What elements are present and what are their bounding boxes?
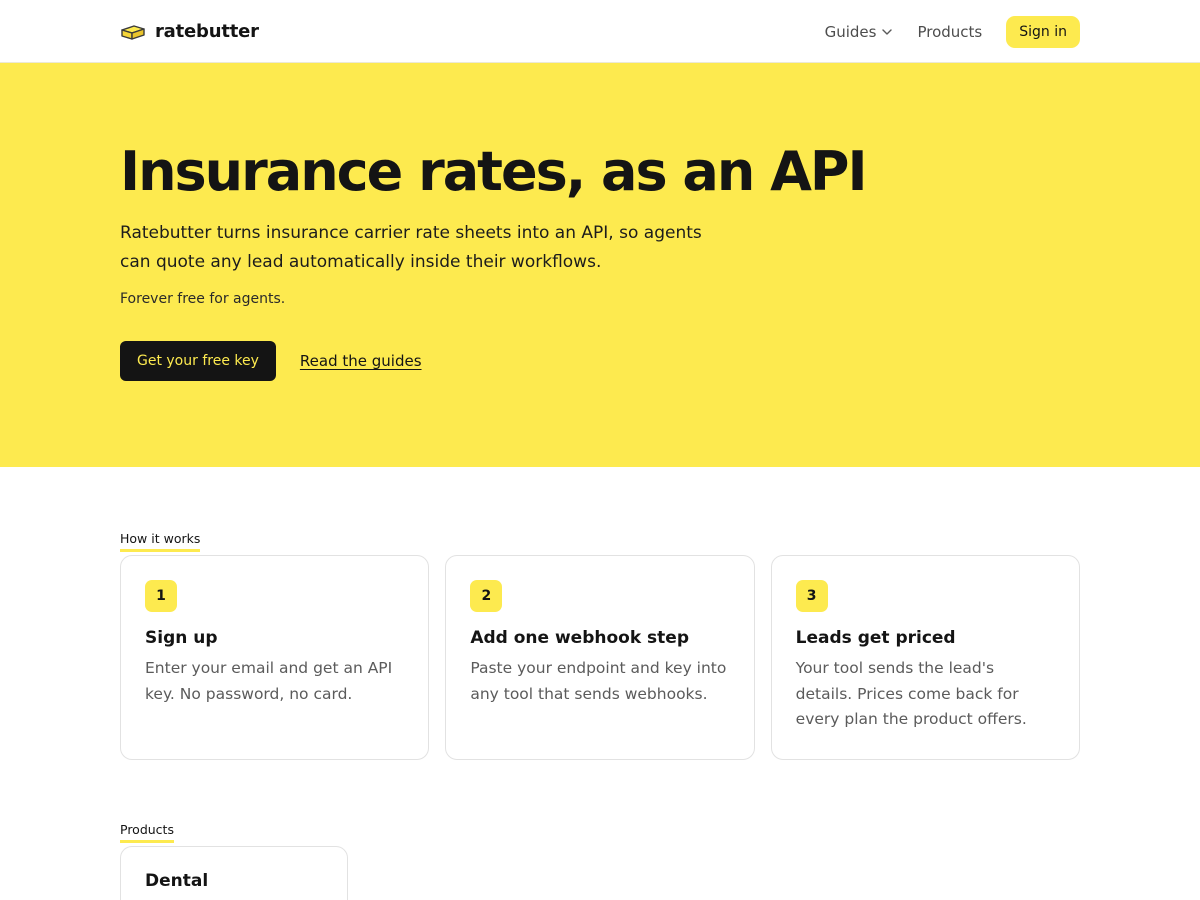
step-title: Leads get priced (795, 628, 956, 648)
steps-list: 1 Sign up Enter your email and get an AP… (120, 555, 1080, 760)
step-title: Sign up (145, 628, 218, 648)
read-guides-link[interactable]: Read the guides (300, 352, 422, 370)
hero-section: Insurance rates, as an API Ratebutter tu… (0, 63, 1200, 467)
nav-guides-dropdown[interactable]: Guides (825, 23, 894, 41)
step-title: Add one webhook step (470, 628, 690, 648)
how-it-works-section: How it works 1 Sign up Enter your email … (120, 467, 1080, 760)
product-name: Dental (145, 871, 209, 891)
top-navigation: ratebutter Guides Products Sign in (0, 0, 1200, 63)
hero-subtitle: Ratebutter turns insurance carrier rate … (120, 223, 702, 272)
step-card-add-webhook: 2 Add one webhook step Paste your endpoi… (445, 555, 755, 760)
step-card-sign-up: 1 Sign up Enter your email and get an AP… (120, 555, 430, 760)
step-description: Paste your endpoint and key into any too… (470, 659, 727, 703)
step-number-badge: 2 (470, 580, 503, 612)
top-navigation-inner: ratebutter Guides Products Sign in (120, 0, 1080, 63)
product-card-dental[interactable]: Dental (120, 846, 348, 900)
step-description: Enter your email and get an API key. No … (145, 659, 393, 703)
nav-guides-label: Guides (824, 22, 877, 41)
hero-actions: Get your free key Read the guides (120, 341, 1080, 381)
nav-menu: Guides Products Sign in (825, 15, 1080, 48)
how-it-works-label: How it works (120, 531, 201, 552)
step-description: Your tool sends the lead's details. Pric… (795, 659, 1027, 728)
products-section: Products Dental (120, 760, 1080, 900)
step-number-badge: 3 (795, 580, 828, 612)
hero-note: Forever free for agents. (120, 291, 286, 307)
step-number-badge: 1 (145, 580, 177, 612)
products-label: Products (120, 822, 174, 843)
sign-in-button[interactable]: Sign in (1006, 15, 1080, 48)
get-free-key-button[interactable]: Get your free key (120, 341, 276, 381)
hero-title: Insurance rates, as an API (120, 140, 868, 203)
brand-home-link[interactable]: ratebutter (120, 21, 259, 42)
butter-block-icon (121, 24, 145, 40)
step-card-leads-priced: 3 Leads get priced Your tool sends the l… (770, 555, 1080, 760)
brand-name: ratebutter (155, 21, 259, 42)
nav-products-link[interactable]: Products (917, 23, 982, 41)
nav-products-label: Products (917, 22, 983, 41)
hero-content: Insurance rates, as an API Ratebutter tu… (120, 63, 1080, 381)
chevron-down-icon (882, 28, 893, 35)
